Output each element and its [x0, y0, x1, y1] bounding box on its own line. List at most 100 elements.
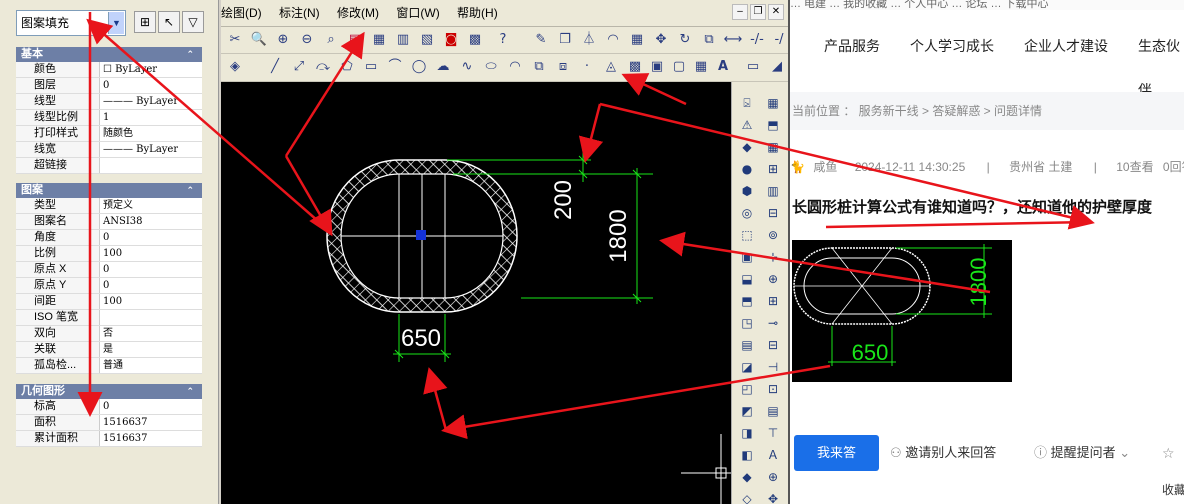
- collapse-icon[interactable]: ⌃: [186, 183, 194, 198]
- calculator-icon[interactable]: ▩: [465, 30, 485, 50]
- markup-icon[interactable]: ◙: [441, 30, 461, 50]
- toolbar-icon[interactable]: ⊤: [762, 422, 784, 444]
- section-pattern-header[interactable]: 图案 ⌃: [16, 183, 202, 198]
- menu-window[interactable]: 窗口(W): [396, 6, 439, 20]
- toolbar-icon[interactable]: ▦: [762, 92, 784, 114]
- copy-icon[interactable]: ❐: [555, 30, 575, 50]
- close-icon[interactable]: ✕: [768, 4, 784, 20]
- toolbar-icon[interactable]: ◎: [736, 202, 758, 224]
- stretch-icon[interactable]: ⟷: [723, 30, 743, 50]
- spline-icon[interactable]: ∿: [457, 57, 477, 77]
- property-value[interactable]: 是: [100, 342, 113, 357]
- toolbar-icon[interactable]: ◨: [736, 422, 758, 444]
- property-value[interactable]: 随颜色: [100, 126, 133, 141]
- property-value[interactable]: 0: [100, 399, 109, 414]
- property-value[interactable]: 1: [100, 110, 109, 125]
- property-row[interactable]: 间距 100: [16, 294, 202, 310]
- property-value[interactable]: 0: [100, 278, 109, 293]
- top-links-bar[interactable]: … 电建 … 我的收藏 … 个人中心 … 论坛 … 下载中心: [790, 0, 1184, 10]
- minimize-icon[interactable]: –: [732, 4, 748, 20]
- revcloud-icon[interactable]: ☁: [433, 57, 453, 77]
- ellipse-icon[interactable]: ⬭: [481, 57, 501, 77]
- match-properties-icon[interactable]: ✂: [225, 30, 245, 50]
- property-value[interactable]: 0: [100, 78, 109, 93]
- tool-palettes-icon[interactable]: ▥: [393, 30, 413, 50]
- answer-button[interactable]: 我来答: [794, 435, 879, 471]
- drawing-canvas[interactable]: 200 1800 650: [221, 82, 731, 504]
- restore-icon[interactable]: ❐: [750, 4, 766, 20]
- offset-icon[interactable]: ◠: [603, 30, 623, 50]
- remind-asker-button[interactable]: ⓘ 提醒提问者 ⌄: [1034, 435, 1154, 471]
- property-row[interactable]: 线型 ——— ByLayer: [16, 94, 202, 110]
- toolbar-icon[interactable]: ▥: [762, 180, 784, 202]
- property-value[interactable]: [100, 158, 103, 173]
- toolbar-icon[interactable]: ▦: [762, 136, 784, 158]
- property-row[interactable]: 颜色 ☐ ByLayer: [16, 62, 202, 78]
- section-general-header[interactable]: 基本 ⌃: [16, 47, 202, 62]
- trim-icon[interactable]: -/-: [747, 30, 767, 50]
- zoom-previous-icon[interactable]: ⊖: [297, 30, 317, 50]
- property-row[interactable]: 超链接: [16, 158, 202, 174]
- insert-block-icon[interactable]: ⧉: [529, 57, 549, 77]
- toolbar-icon[interactable]: ✥: [762, 488, 784, 504]
- sheet-set-icon[interactable]: ▧: [417, 30, 437, 50]
- extend-icon[interactable]: -/: [769, 30, 789, 50]
- toolbar-icon[interactable]: ●: [736, 158, 758, 180]
- toolbar-icon[interactable]: ▤: [736, 334, 758, 356]
- toolbar-icon[interactable]: ◰: [736, 378, 758, 400]
- collapse-icon[interactable]: ⌃: [186, 47, 194, 62]
- toolbar-icon[interactable]: ⊣: [762, 356, 784, 378]
- invite-answer-button[interactable]: ⚇ 邀请别人来回答: [890, 435, 1020, 471]
- property-value[interactable]: 预定义: [100, 198, 133, 213]
- toolbar-icon[interactable]: ▣: [736, 246, 758, 268]
- toolbar-icon[interactable]: ◪: [736, 356, 758, 378]
- menu-dimension[interactable]: 标注(N): [279, 6, 320, 20]
- help-icon[interactable]: ?: [493, 30, 513, 50]
- property-row[interactable]: 图案名 ANSI38: [16, 214, 202, 230]
- property-row[interactable]: 图层 0: [16, 78, 202, 94]
- property-row[interactable]: 标高 0: [16, 399, 202, 415]
- property-value[interactable]: 普通: [100, 358, 123, 373]
- object-type-select[interactable]: 图案填充 ▼: [16, 10, 126, 36]
- property-value[interactable]: ☐ ByLayer: [100, 62, 157, 77]
- ellipse-arc-icon[interactable]: ◠: [505, 57, 525, 77]
- toolbar-icon[interactable]: ⊞: [762, 158, 784, 180]
- property-value[interactable]: 1516637: [100, 431, 148, 446]
- property-row[interactable]: 面积 1516637: [16, 415, 202, 431]
- toolbar-icon[interactable]: ◳: [736, 312, 758, 334]
- zoom-realtime-icon[interactable]: 🔍: [249, 30, 269, 50]
- property-value[interactable]: ——— ByLayer: [100, 142, 178, 157]
- toolbar-icon[interactable]: ⊕: [762, 466, 784, 488]
- measure-icon[interactable]: ▭: [743, 57, 763, 77]
- boundary-icon[interactable]: ▣: [647, 57, 667, 77]
- region-icon[interactable]: ▢: [669, 57, 689, 77]
- table-icon[interactable]: ▦: [691, 57, 711, 77]
- toolbar-icon[interactable]: ⬢: [736, 180, 758, 202]
- property-value[interactable]: [100, 310, 103, 325]
- property-row[interactable]: 累计面积 1516637: [16, 431, 202, 447]
- scale-icon[interactable]: ⧉: [699, 30, 719, 50]
- move-icon[interactable]: ✥: [651, 30, 671, 50]
- line-icon[interactable]: ╱: [265, 57, 285, 77]
- toolbar-icon[interactable]: ⍄: [736, 92, 758, 114]
- property-value[interactable]: 0: [100, 230, 109, 245]
- avatar[interactable]: 🐈: [790, 152, 810, 182]
- toolbar-icon[interactable]: ▤: [762, 400, 784, 422]
- toolbar-icon[interactable]: ◇: [736, 488, 758, 504]
- construction-line-icon[interactable]: ⤢: [289, 57, 309, 77]
- array-icon[interactable]: ▦: [627, 30, 647, 50]
- rotate-icon[interactable]: ↻: [675, 30, 695, 50]
- dim-height[interactable]: [521, 168, 653, 304]
- polyline-icon[interactable]: ⤼: [313, 57, 333, 77]
- property-row[interactable]: 孤岛检... 普通: [16, 358, 202, 374]
- toolbar-icon[interactable]: ⊸: [762, 312, 784, 334]
- polygon-icon[interactable]: ⬠: [337, 57, 357, 77]
- property-value[interactable]: 0: [100, 262, 109, 277]
- property-value[interactable]: ANSI38: [100, 214, 143, 229]
- layer-icon[interactable]: ◈: [225, 57, 245, 77]
- property-value[interactable]: 否: [100, 326, 113, 341]
- toolbar-icon[interactable]: ⊹: [762, 246, 784, 268]
- property-value[interactable]: 100: [100, 294, 122, 309]
- hatch-icon[interactable]: ▩: [625, 57, 645, 77]
- section-geometry-header[interactable]: 几何图形 ⌃: [16, 384, 202, 399]
